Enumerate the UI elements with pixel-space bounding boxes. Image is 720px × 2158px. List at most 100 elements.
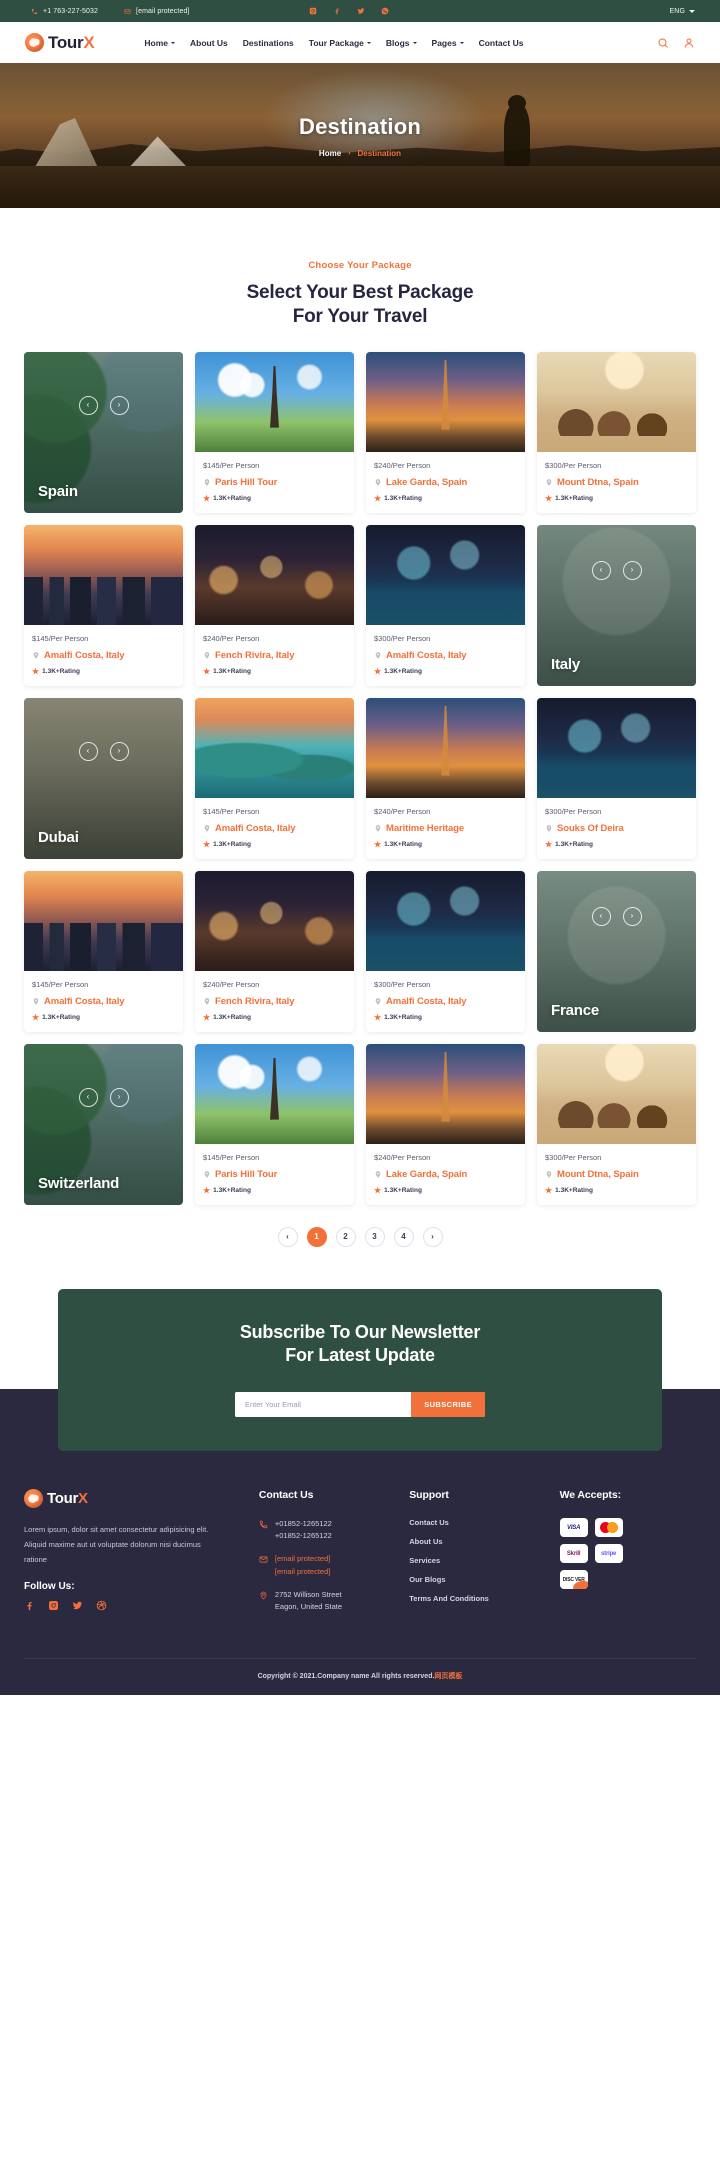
pagination-page-4[interactable]: 4 (393, 1226, 414, 1247)
top-bar-phone[interactable]: +1 763-227-5032 (31, 8, 98, 15)
slider-prev-icon[interactable]: ‹ (78, 1087, 98, 1107)
dribbble-icon[interactable] (96, 1600, 107, 1611)
footer-link-about-us[interactable]: About Us (409, 1537, 545, 1546)
top-bar-contacts: +1 763-227-5032 [email protected] (31, 8, 189, 15)
price-value: $300 (545, 460, 562, 470)
page-title: Destination (299, 113, 421, 139)
package-card[interactable]: $240/Per Person Maritime Heritage ★ 1.3K+… (366, 697, 525, 859)
package-card[interactable]: $240/Per Person Lake Garda, Spain ★ 1.3K+… (366, 351, 525, 513)
package-price: $145/Per Person (32, 979, 175, 989)
package-card[interactable]: $300/Per Person Souks Of Deira ★ 1.3K+Rat… (537, 697, 696, 859)
pagination-prev[interactable]: ‹ (277, 1226, 298, 1247)
slider-prev-icon[interactable]: ‹ (78, 741, 98, 761)
package-row: ‹ › Dubai $145/Per Person Amalfi Costa, … (24, 697, 696, 859)
slider-next-icon[interactable]: › (109, 741, 129, 761)
package-card[interactable]: $145/Per Person Amalfi Costa, Italy ★ 1.3… (24, 870, 183, 1032)
twitter-icon[interactable] (72, 1600, 83, 1611)
pagination-page-3[interactable]: 3 (364, 1226, 385, 1247)
nav-item-destinations[interactable]: Destinations (243, 38, 294, 48)
package-card[interactable]: $300/Per Person Amalfi Costa, Italy ★ 1.3… (366, 524, 525, 686)
package-card[interactable]: $145/Per Person Amalfi Costa, Italy ★ 1.3… (195, 697, 354, 859)
breadcrumb-home[interactable]: Home (319, 149, 341, 158)
footer-link-our-blogs[interactable]: Our Blogs (409, 1575, 545, 1584)
package-price: $240/Per Person (374, 460, 517, 470)
footer-link-contact-us[interactable]: Contact Us (409, 1518, 545, 1527)
package-place-name: Fench Rivira, Italy (215, 649, 295, 661)
package-card[interactable]: $240/Per Person Lake Garda, Spain ★ 1.3K+… (366, 1043, 525, 1205)
rating-label: 1.3K+Rating (384, 841, 422, 849)
whatsapp-icon[interactable] (381, 7, 389, 15)
twitter-icon[interactable] (357, 7, 365, 15)
breadcrumb: Home › Destination (319, 149, 401, 158)
country-slide-spain[interactable]: ‹ › Spain (24, 351, 183, 513)
nav-item-about-us[interactable]: About Us (190, 38, 228, 48)
price-value: $300 (545, 806, 562, 816)
slider-prev-icon[interactable]: ‹ (591, 906, 611, 926)
instagram-icon[interactable] (309, 7, 317, 15)
slider-next-icon[interactable]: › (622, 560, 642, 580)
price-unit: /Per Person (390, 806, 431, 816)
package-card[interactable]: $240/Per Person Fench Rivira, Italy ★ 1.3… (195, 870, 354, 1032)
subscribe-button[interactable]: SUBSCRIBE (411, 1392, 485, 1418)
price-unit: /Per Person (390, 979, 431, 989)
language-selector[interactable]: ENG (670, 8, 695, 15)
package-card[interactable]: $145/Per Person Amalfi Costa, Italy ★ 1.3… (24, 524, 183, 686)
price-value: $300 (545, 1152, 562, 1162)
package-place: Fench Rivira, Italy (203, 996, 346, 1007)
pagination-next[interactable]: › (422, 1226, 443, 1247)
package-rating: ★ 1.3K+Rating (203, 1186, 346, 1195)
slider-next-icon[interactable]: › (109, 395, 129, 415)
footer-email-row[interactable]: [email protected] [email protected] (259, 1553, 395, 1577)
package-thumbnail (195, 1043, 354, 1144)
nav-item-tour-package[interactable]: Tour Package (309, 38, 371, 48)
country-slide-switzerland[interactable]: ‹ › Switzerland (24, 1043, 183, 1205)
slider-arrows: ‹ › (78, 395, 129, 415)
pagination-page-1[interactable]: 1 (306, 1226, 327, 1247)
footer-link-services[interactable]: Services (409, 1556, 545, 1565)
user-icon[interactable] (683, 37, 695, 49)
email-input[interactable] (235, 1392, 412, 1418)
package-rating: ★ 1.3K+Rating (32, 1013, 175, 1022)
location-pin-icon (33, 651, 39, 659)
package-card[interactable]: $300/Per Person Mount Dtna, Spain ★ 1.3K+… (537, 1043, 696, 1205)
search-icon[interactable] (657, 37, 669, 49)
slide-country-name: Spain (38, 482, 78, 500)
top-bar-email[interactable]: [email protected] (124, 8, 189, 15)
slider-prev-icon[interactable]: ‹ (591, 560, 611, 580)
price-value: $300 (374, 633, 391, 643)
footer-phone-row[interactable]: +01852-1265122 +01852-1265122 (259, 1518, 395, 1542)
slider-prev-icon[interactable]: ‹ (78, 395, 98, 415)
package-card[interactable]: $240/Per Person Fench Rivira, Italy ★ 1.3… (195, 524, 354, 686)
pagination-page-2[interactable]: 2 (335, 1226, 356, 1247)
package-card[interactable]: $300/Per Person Amalfi Costa, Italy ★ 1.3… (366, 870, 525, 1032)
instagram-icon[interactable] (48, 1600, 59, 1611)
nav-item-home[interactable]: Home (144, 38, 175, 48)
package-card[interactable]: $145/Per Person Paris Hill Tour ★ 1.3K+Ra… (195, 1043, 354, 1205)
top-bar-social-links (309, 7, 389, 15)
package-price: $240/Per Person (374, 1152, 517, 1162)
package-price: $145/Per Person (32, 633, 175, 643)
package-card[interactable]: $300/Per Person Mount Dtna, Spain ★ 1.3K+… (537, 351, 696, 513)
nav-item-pages[interactable]: Pages (432, 38, 464, 48)
facebook-icon[interactable] (24, 1600, 35, 1611)
nav-item-contact-us[interactable]: Contact Us (479, 38, 524, 48)
rating-label: 1.3K+Rating (213, 668, 251, 676)
footer-link-terms[interactable]: Terms And Conditions (409, 1594, 545, 1603)
package-card[interactable]: $145/Per Person Paris Hill Tour ★ 1.3K+Ra… (195, 351, 354, 513)
slider-next-icon[interactable]: › (109, 1087, 129, 1107)
nav-item-blogs[interactable]: Blogs (386, 38, 417, 48)
package-place: Amalfi Costa, Italy (32, 996, 175, 1007)
logo-text: TourX (48, 32, 95, 52)
country-slide-dubai[interactable]: ‹ › Dubai (24, 697, 183, 859)
slider-next-icon[interactable]: › (622, 906, 642, 926)
footer-logo[interactable]: TourX (24, 1489, 245, 1509)
country-slide-france[interactable]: ‹ › France (537, 870, 696, 1032)
language-label: ENG (669, 7, 685, 15)
package-price: $240/Per Person (203, 979, 346, 989)
breadcrumb-current: Destination (357, 148, 402, 158)
logo[interactable]: TourX (25, 32, 95, 53)
country-slide-italy[interactable]: ‹ › Italy (537, 524, 696, 686)
location-pin-icon (204, 997, 210, 1005)
star-icon: ★ (203, 1012, 211, 1022)
facebook-icon[interactable] (333, 7, 341, 15)
